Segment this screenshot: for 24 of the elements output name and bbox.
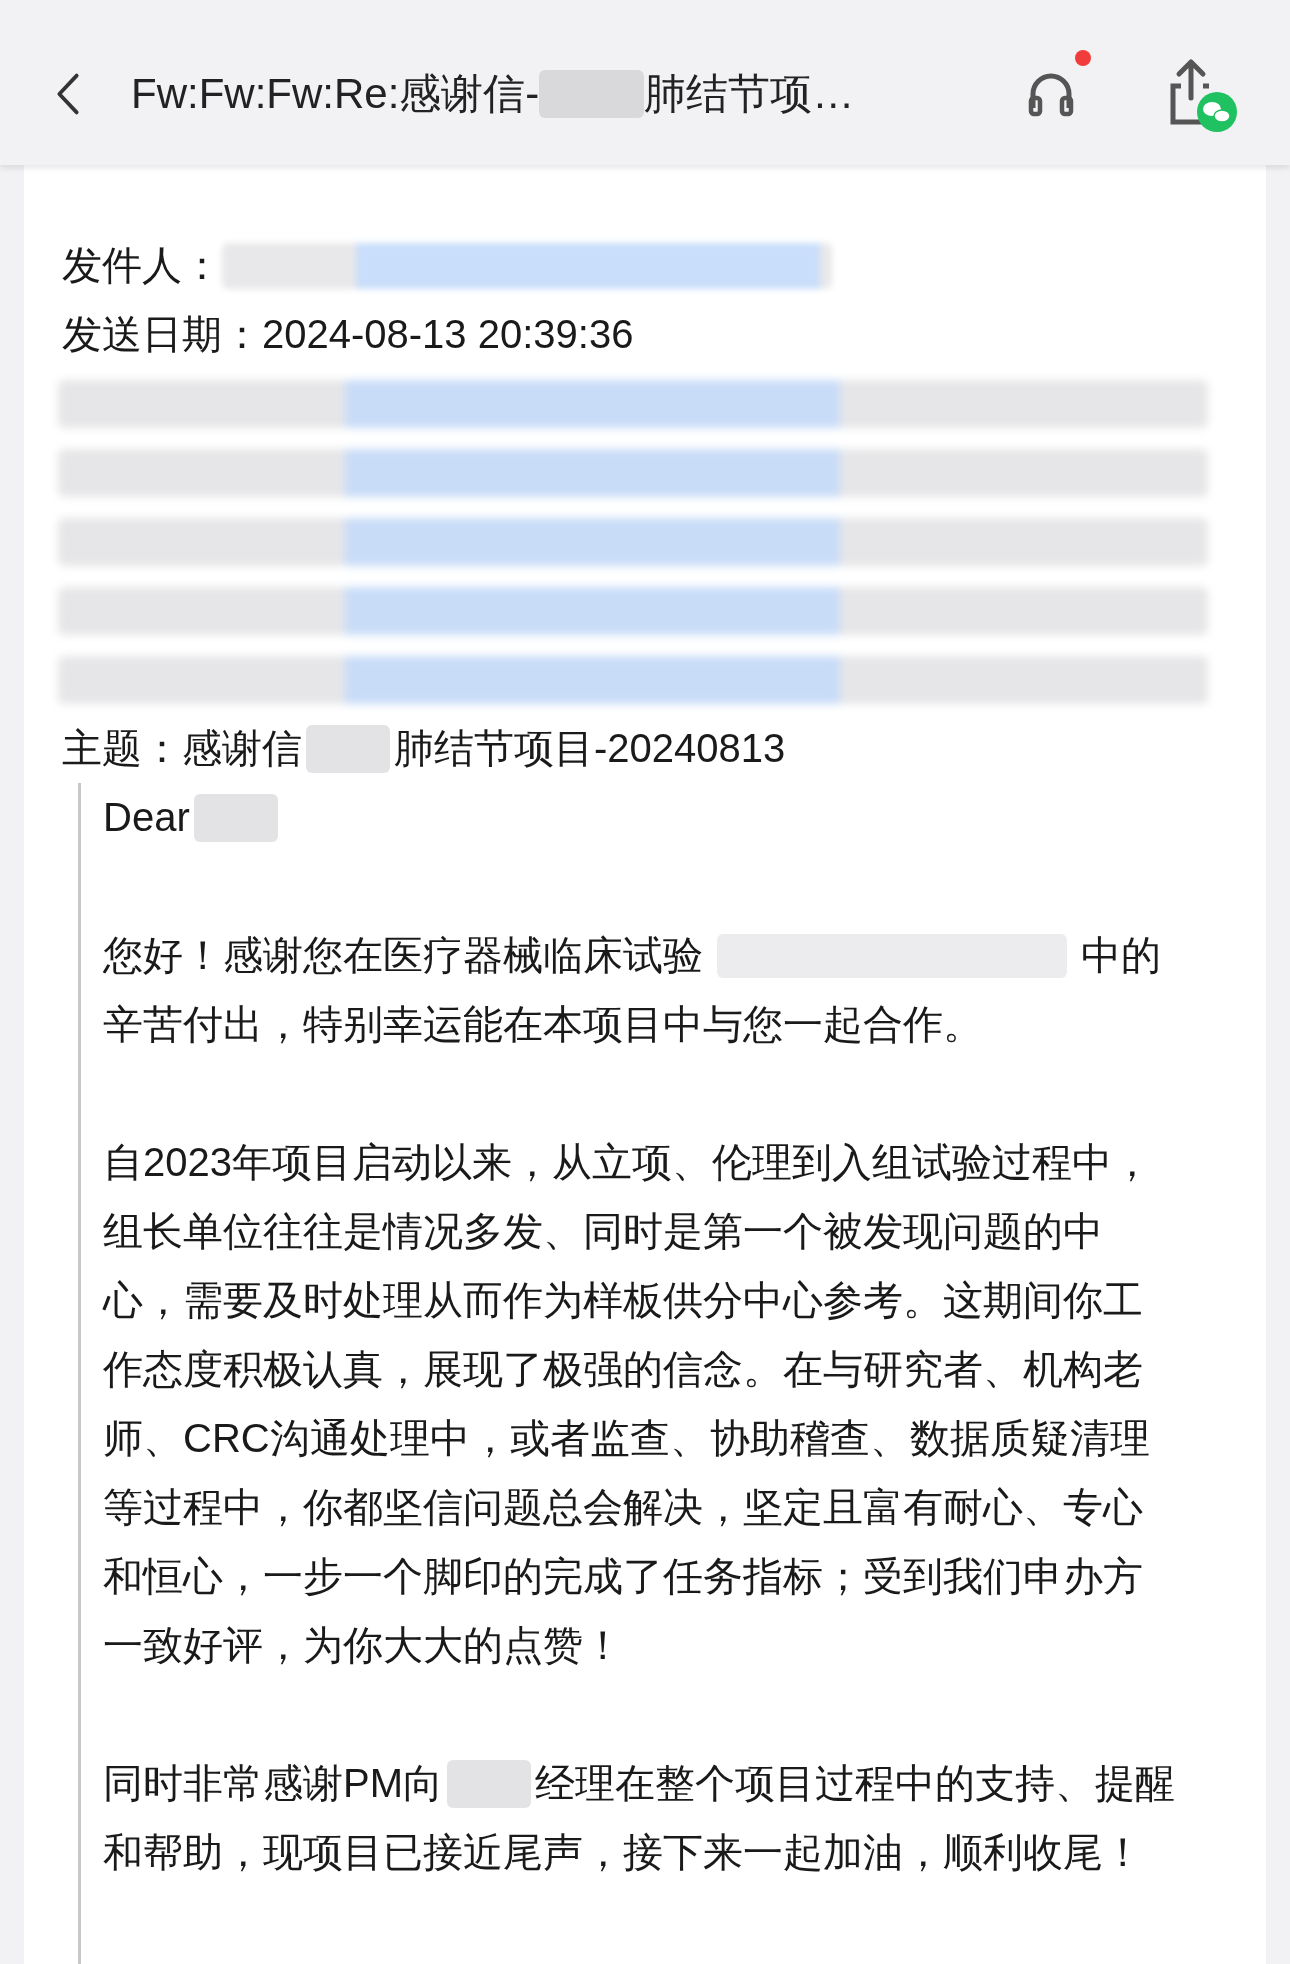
paragraph-text: 和帮助，现项目已接近尾声，接下来一起加油，顺利收尾！ — [103, 1829, 1143, 1876]
email-title: 肺结节项… — [644, 68, 855, 119]
paragraph-text: 和恒心，一步一个脚印的完成了任务指标；受到我们申办方 — [103, 1553, 1143, 1600]
field-label: 发送日期： — [62, 311, 262, 358]
paragraph-text: 辛苦付出，特别幸运能在本项目中与您一起合作。 — [103, 1001, 983, 1048]
paragraph-text: 组长单位往往是情况多发、同时是第一个被发现问题的中 — [103, 1208, 1103, 1255]
field-value: 2024-08-13 20:39:36 — [262, 312, 634, 357]
paragraph-text: 心，需要及时处理从而作为样板供分中心参考。这期间你工 — [103, 1277, 1143, 1324]
paragraph-text: 您好！感谢您在医疗器械临床试验 — [103, 932, 703, 979]
field-label: 发件人： — [62, 242, 222, 289]
paragraph-text: 等过程中，你都坚信问题总会解决，坚定且富有耐心、专心 — [103, 1484, 1143, 1531]
paragraph-text: 经理在整个项目过程中的支持、提醒 — [535, 1760, 1175, 1807]
paragraph-text: 中的 — [1081, 932, 1161, 979]
paragraph-text: 自2023年项目启动以来，从立项、伦理到入组试验过程中， — [103, 1139, 1152, 1186]
paragraph-text: 师、CRC沟通处理中，或者监查、协助稽查、数据质疑清理 — [103, 1415, 1150, 1462]
subject-text: 感谢信 — [182, 725, 302, 772]
back-icon[interactable] — [55, 71, 81, 116]
subject-text: 肺结节项目-20240813 — [394, 725, 786, 772]
paragraph-text: 一致好评，为你大大的点赞！ — [103, 1622, 623, 1669]
paragraph-text: 同时非常感谢PM向 — [103, 1760, 443, 1807]
email-title: Fw:Fw:Fw:Re:感谢信- — [131, 68, 540, 119]
paragraph-text: Dear — [103, 795, 190, 840]
paragraph-text: 作态度积极认真，展现了极强的信念。在与研究者、机构老 — [103, 1346, 1143, 1393]
field-label: 主题： — [62, 725, 182, 772]
